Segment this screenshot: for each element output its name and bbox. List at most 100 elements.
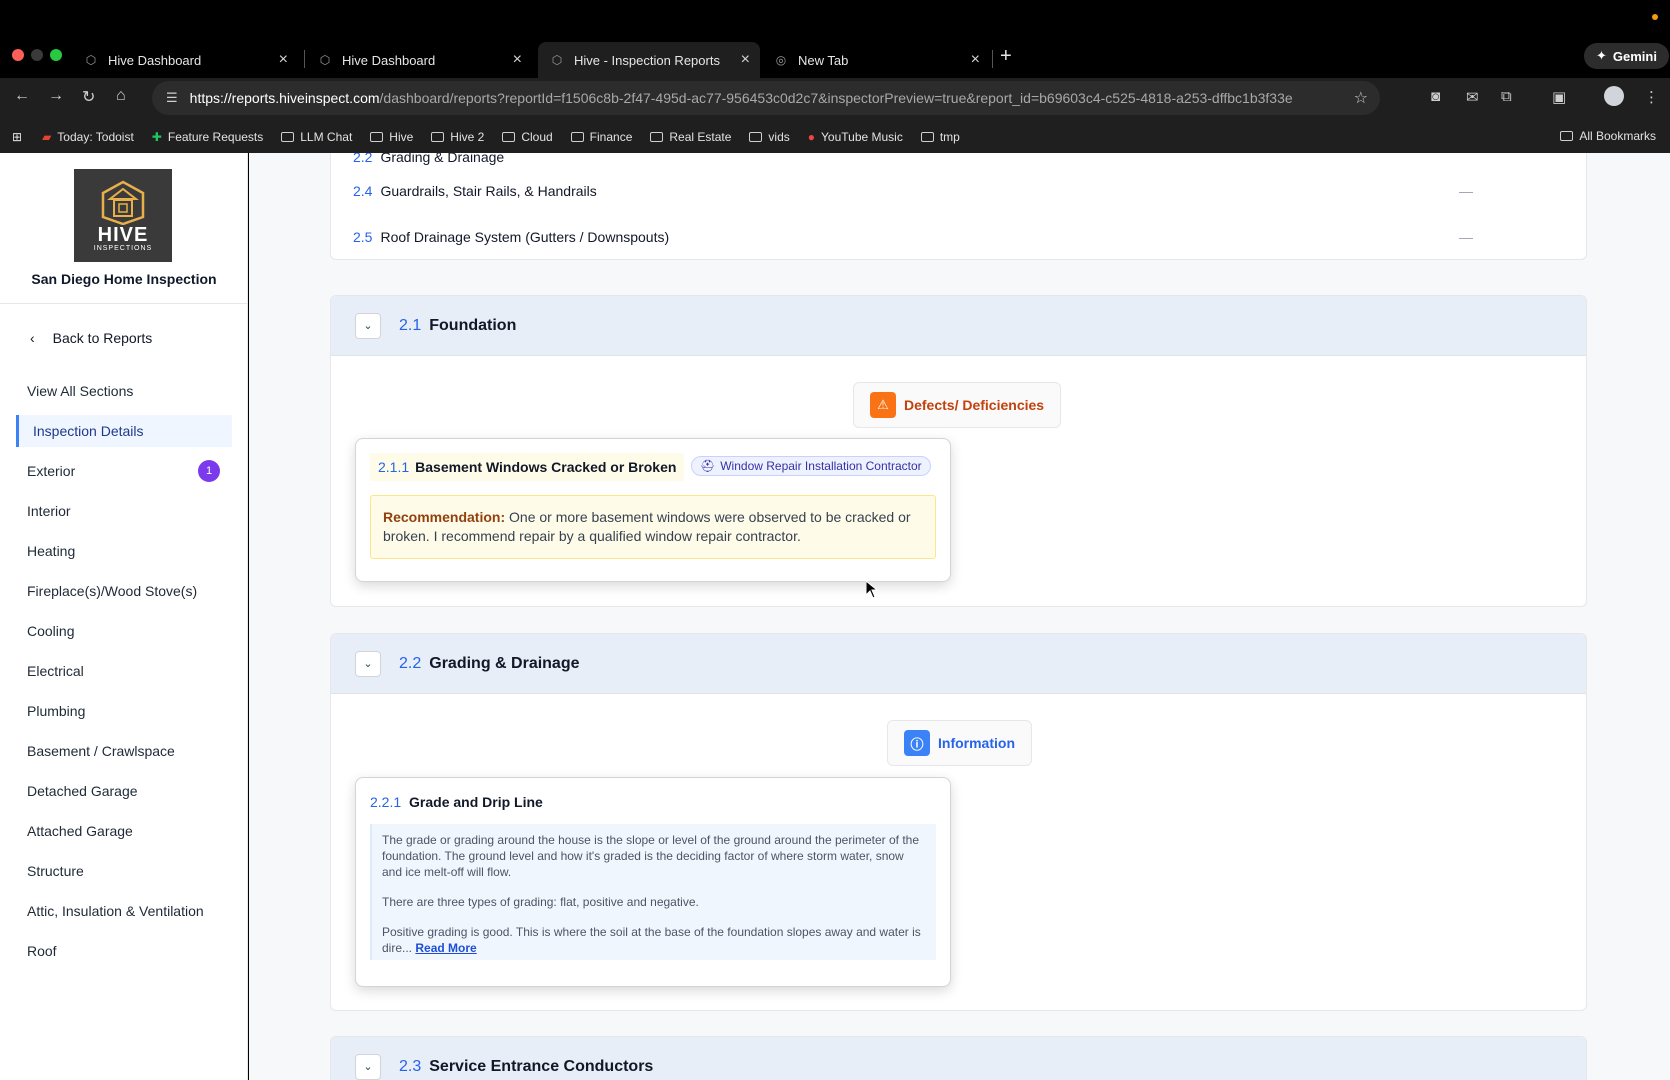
- site-info-icon[interactable]: ☰: [166, 90, 178, 106]
- company-logo: HIVE INSPECTIONS: [74, 169, 172, 262]
- read-more-link[interactable]: Read More: [415, 941, 476, 955]
- sidebar-item-fireplace[interactable]: Fireplace(s)/Wood Stove(s): [16, 575, 232, 607]
- browser-tab[interactable]: ⬡ Hive Dashboard ×: [306, 42, 532, 78]
- hive-favicon-icon: ⬡: [85, 53, 97, 67]
- youtube-music-icon: ●: [807, 130, 816, 144]
- all-bookmarks[interactable]: All Bookmarks: [1560, 129, 1656, 143]
- logo-text: HIVE: [97, 224, 149, 246]
- bookmark-cloud[interactable]: Cloud: [502, 130, 553, 144]
- reload-icon[interactable]: ↻: [82, 87, 95, 107]
- sidebar-item-structure[interactable]: Structure: [16, 855, 232, 887]
- sidebar-item-cooling[interactable]: Cooling: [16, 615, 232, 647]
- status-value: —: [1459, 183, 1473, 199]
- bookmark-star-icon[interactable]: ☆: [1354, 88, 1368, 108]
- section-grading-drainage: ⌄ 2.2 Grading & Drainage ⓘ Information 2…: [330, 633, 1587, 1011]
- section-header[interactable]: ⌄ 2.3 Service Entrance Conductors: [331, 1037, 1586, 1080]
- bookmark-vids[interactable]: vids: [749, 130, 790, 144]
- browser-tab[interactable]: ◎ New Tab ×: [762, 42, 990, 78]
- sidebar-item-heating[interactable]: Heating: [16, 535, 232, 567]
- plus-icon: ✚: [151, 130, 162, 144]
- forward-arrow-icon[interactable]: →: [48, 87, 64, 105]
- close-tab-icon[interactable]: ×: [279, 51, 288, 69]
- information-card: 2.2.1 Grade and Drip Line The grade or g…: [355, 777, 951, 987]
- bookmark-tmp[interactable]: tmp: [920, 130, 960, 144]
- warning-icon: ⚠: [870, 392, 896, 418]
- gemini-button[interactable]: ✦ Gemini: [1584, 43, 1669, 69]
- browser-chrome: ⬡ Hive Dashboard × ⬡ Hive Dashboard × ⬡ …: [0, 0, 1670, 153]
- defect-card[interactable]: 2.1.1 Basement Windows Cracked or Broken…: [355, 438, 951, 582]
- sidebar-item-basement[interactable]: Basement / Crawlspace: [16, 735, 232, 767]
- bookmark-feature-requests[interactable]: ✚ Feature Requests: [152, 130, 263, 144]
- sidebar-item-plumbing[interactable]: Plumbing: [16, 695, 232, 727]
- status-value: —: [1459, 229, 1473, 245]
- folder-icon: [650, 132, 664, 142]
- bookmark-todoist[interactable]: ▰ Today: Todoist: [42, 130, 134, 144]
- back-to-reports-link[interactable]: ‹ Back to Reports: [30, 330, 152, 346]
- bookmark-finance[interactable]: Finance: [570, 130, 632, 144]
- sidebar-item-interior[interactable]: Interior: [16, 495, 232, 527]
- sidebar-item-attached-garage[interactable]: Attached Garage: [16, 815, 232, 847]
- sidebar-item-view-all-sections[interactable]: View All Sections: [16, 375, 232, 407]
- chevron-left-icon: ‹: [30, 330, 35, 346]
- camera-icon[interactable]: ◙: [1431, 88, 1440, 105]
- sidebar-item-detached-garage[interactable]: Detached Garage: [16, 775, 232, 807]
- recommendation-box: Recommendation: One or more basement win…: [370, 495, 936, 559]
- hive-favicon-icon: ⬡: [319, 53, 331, 67]
- browser-tab[interactable]: ⬡ Hive Dashboard ×: [72, 42, 298, 78]
- section-header[interactable]: ⌄ 2.2 Grading & Drainage: [331, 634, 1586, 694]
- close-tab-icon[interactable]: ×: [513, 51, 522, 69]
- folder-icon: [502, 132, 516, 142]
- bookmark-real-estate[interactable]: Real Estate: [650, 130, 731, 144]
- browser-tab-active[interactable]: ⬡ Hive - Inspection Reports ×: [538, 42, 760, 78]
- information-body: The grade or grading around the house is…: [370, 824, 936, 960]
- sparkle-icon: ✦: [1596, 48, 1607, 63]
- chevron-down-icon[interactable]: ⌄: [355, 650, 381, 677]
- folder-icon: [920, 132, 934, 142]
- back-arrow-icon[interactable]: ←: [14, 87, 30, 105]
- close-tab-icon[interactable]: ×: [741, 51, 750, 69]
- bookmarks-bar: ⊞ ▰ Today: Todoist ✚ Feature Requests LLM …: [0, 122, 1670, 152]
- section-header[interactable]: ⌄ 2.1 Foundation: [331, 296, 1586, 356]
- info-icon: ⓘ: [904, 730, 930, 756]
- bookmark-youtube-music[interactable]: ● YouTube Music: [808, 130, 903, 144]
- extensions-icon[interactable]: ⧉: [1501, 88, 1512, 105]
- side-panel-icon[interactable]: ▣: [1552, 88, 1566, 106]
- apps-grid-icon[interactable]: ⊞: [12, 130, 22, 144]
- defect-title: 2.1.1 Basement Windows Cracked or Broken: [370, 453, 685, 481]
- chevron-down-icon[interactable]: ⌄: [355, 1053, 381, 1080]
- defects-pill[interactable]: ⚠ Defects/ Deficiencies: [853, 382, 1062, 428]
- sidebar-item-inspection-details[interactable]: Inspection Details: [16, 415, 232, 447]
- maximize-window-button[interactable]: [50, 49, 62, 61]
- contractor-badge[interactable]: ⛑ Window Repair Installation Contractor: [691, 456, 931, 476]
- sidebar-item-attic[interactable]: Attic, Insulation & Ventilation: [16, 895, 232, 927]
- url-host: https://reports.hiveinspect.com: [189, 90, 380, 106]
- profile-avatar[interactable]: [1604, 86, 1624, 106]
- mail-icon[interactable]: ✉: [1466, 88, 1479, 106]
- close-window-button[interactable]: [12, 49, 24, 61]
- todoist-icon: ▰: [42, 130, 52, 144]
- list-item[interactable]: 2.5 Roof Drainage System (Gutters / Down…: [353, 214, 1553, 259]
- chevron-down-icon[interactable]: ⌄: [355, 312, 381, 339]
- tab-strip: ⬡ Hive Dashboard × ⬡ Hive Dashboard × ⬡ …: [0, 0, 1670, 78]
- home-icon[interactable]: ⌂: [116, 87, 126, 105]
- menu-kebab-icon[interactable]: ⋮: [1644, 88, 1659, 106]
- new-tab-icon[interactable]: +: [1000, 45, 1012, 68]
- section-service-entrance: ⌄ 2.3 Service Entrance Conductors: [330, 1036, 1587, 1080]
- report-content: 2.2 Grading & Drainage 2.4 Guardrails, S…: [249, 153, 1670, 1080]
- address-bar[interactable]: ☰ https://reports.hiveinspect.com/dashbo…: [152, 81, 1380, 115]
- close-tab-icon[interactable]: ×: [971, 51, 980, 69]
- list-item[interactable]: 2.4 Guardrails, Stair Rails, & Handrails…: [353, 168, 1553, 214]
- section-list: 2.2 Grading & Drainage 2.4 Guardrails, S…: [330, 153, 1587, 260]
- folder-icon: [281, 132, 295, 142]
- sidebar-item-exterior[interactable]: Exterior 1: [16, 455, 232, 487]
- sidebar-item-roof[interactable]: Roof: [16, 935, 232, 967]
- hardhat-icon: ⛑: [700, 459, 716, 473]
- sidebar-item-electrical[interactable]: Electrical: [16, 655, 232, 687]
- logo-subtext: INSPECTIONS: [93, 245, 153, 252]
- bookmark-hive-2[interactable]: Hive 2: [431, 130, 484, 144]
- minimize-window-button[interactable]: [31, 49, 43, 61]
- information-pill[interactable]: ⓘ Information: [887, 720, 1032, 766]
- bookmark-llm-chat[interactable]: LLM Chat: [281, 130, 352, 144]
- section-foundation: ⌄ 2.1 Foundation ⚠ Defects/ Deficiencies…: [330, 295, 1587, 607]
- bookmark-hive[interactable]: Hive: [370, 130, 413, 144]
